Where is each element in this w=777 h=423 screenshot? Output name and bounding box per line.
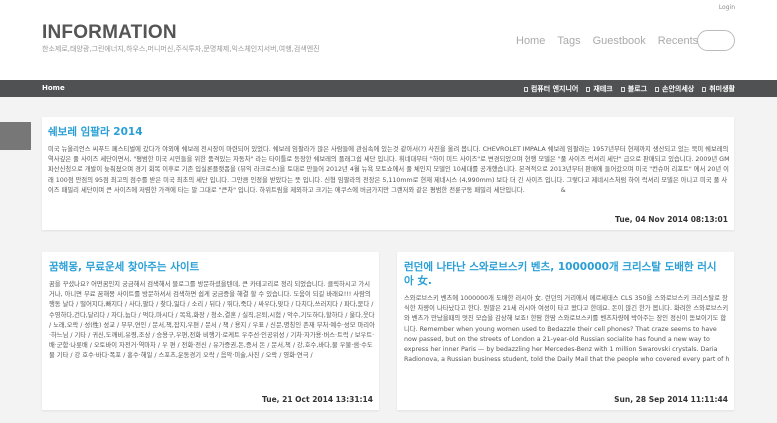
post-excerpt: 스와로브스키 벤츠에 1000000개 도배한 러시아 女. 런던의 거리에서 …	[404, 295, 730, 364]
category-item-computer-engineer[interactable]: 컴퓨터 엔지니어	[523, 84, 579, 94]
category-item-hobby[interactable]: 취미생활	[702, 84, 735, 94]
category-label: 재테크	[593, 85, 613, 93]
post-title[interactable]: 쉐보레 임팔라 2014	[48, 125, 143, 139]
post-card: 런던에 나타난 스와로브스키 벤츠, 1000000개 크리스탈 도배한 러시아…	[397, 252, 734, 410]
site-tagline: 한소제로,태양광,그린에너지,하우스,머니머신,주식투자,문명체제,익스체인지서…	[42, 45, 320, 53]
post-excerpt: 꿈을 꾸셨나요? 어떤꿈인지 궁금해서 검색해서 블로그를 방문하셨을텐데, 큰…	[49, 281, 375, 360]
document-icon	[523, 86, 528, 92]
document-icon	[620, 86, 625, 92]
category-item-blog[interactable]: 블로그	[620, 84, 648, 94]
nav-home[interactable]: Home	[516, 35, 545, 47]
category-item-finance[interactable]: 재테크	[586, 84, 613, 94]
nav-tags[interactable]: Tags	[557, 35, 580, 47]
post-date: Tue, 04 Nov 2014 08:13:01	[615, 215, 728, 224]
category-list: 컴퓨터 엔지니어 재테크 블로그 손안의세상 취미생활	[523, 84, 735, 94]
post-date: Tue, 21 Oct 2014 13:31:14	[261, 395, 373, 404]
category-label: 취미생활	[709, 85, 735, 93]
site-title[interactable]: INFORMATION	[42, 22, 177, 44]
post-title[interactable]: 런던에 나타난 스와로브스키 벤츠, 1000000개 크리스탈 도배한 러시아…	[404, 260, 724, 288]
post-date: Sun, 28 Sep 2014 11:11:44	[614, 395, 728, 404]
login-link[interactable]: Login	[719, 4, 735, 11]
category-bar: Home 컴퓨터 엔지니어 재테크 블로그 손안의세상 취미생활	[0, 80, 777, 97]
post-title[interactable]: 꿈해몽, 무료운세 찾아주는 사이트	[49, 260, 369, 274]
category-label: 컴퓨터 엔지니어	[530, 85, 579, 93]
search-input[interactable]	[697, 30, 735, 51]
nav-recents[interactable]: Recents	[658, 35, 698, 47]
post-excerpt: 미국 뉴올리언스 씨푸드 페스티벌에 갔다가 야외에 쉐보레 전시장이 마련되어…	[48, 145, 730, 196]
category-item-world-in-hand[interactable]: 손안의세상	[655, 84, 694, 94]
category-home-link[interactable]: Home	[42, 84, 65, 92]
nav-guestbook[interactable]: Guestbook	[593, 35, 646, 47]
category-label: 블로그	[627, 85, 648, 93]
top-nav: Home Tags Guestbook Recents	[516, 35, 698, 47]
post-excerpt-text: 미국 뉴올리언스 씨푸드 페스티벌에 갔다가 야외에 쉐보레 전시장이 마련되어…	[48, 146, 730, 194]
post-card: 꿈해몽, 무료운세 찾아주는 사이트 꿈을 꾸셨나요? 어떤꿈인지 궁금해서 검…	[42, 252, 379, 410]
site-header: Login INFORMATION 한소제로,태양광,그린에너지,하우스,머니머…	[0, 0, 777, 80]
document-icon	[586, 86, 591, 92]
post-card: 쉐보레 임팔라 2014 미국 뉴올리언스 씨푸드 페스티벌에 갔다가 야외에 …	[42, 117, 734, 230]
document-icon	[655, 86, 660, 92]
side-tab[interactable]	[0, 122, 31, 150]
post-excerpt-symbol: &	[560, 186, 566, 194]
category-label: 손안의세상	[662, 85, 695, 93]
document-icon	[702, 86, 707, 92]
